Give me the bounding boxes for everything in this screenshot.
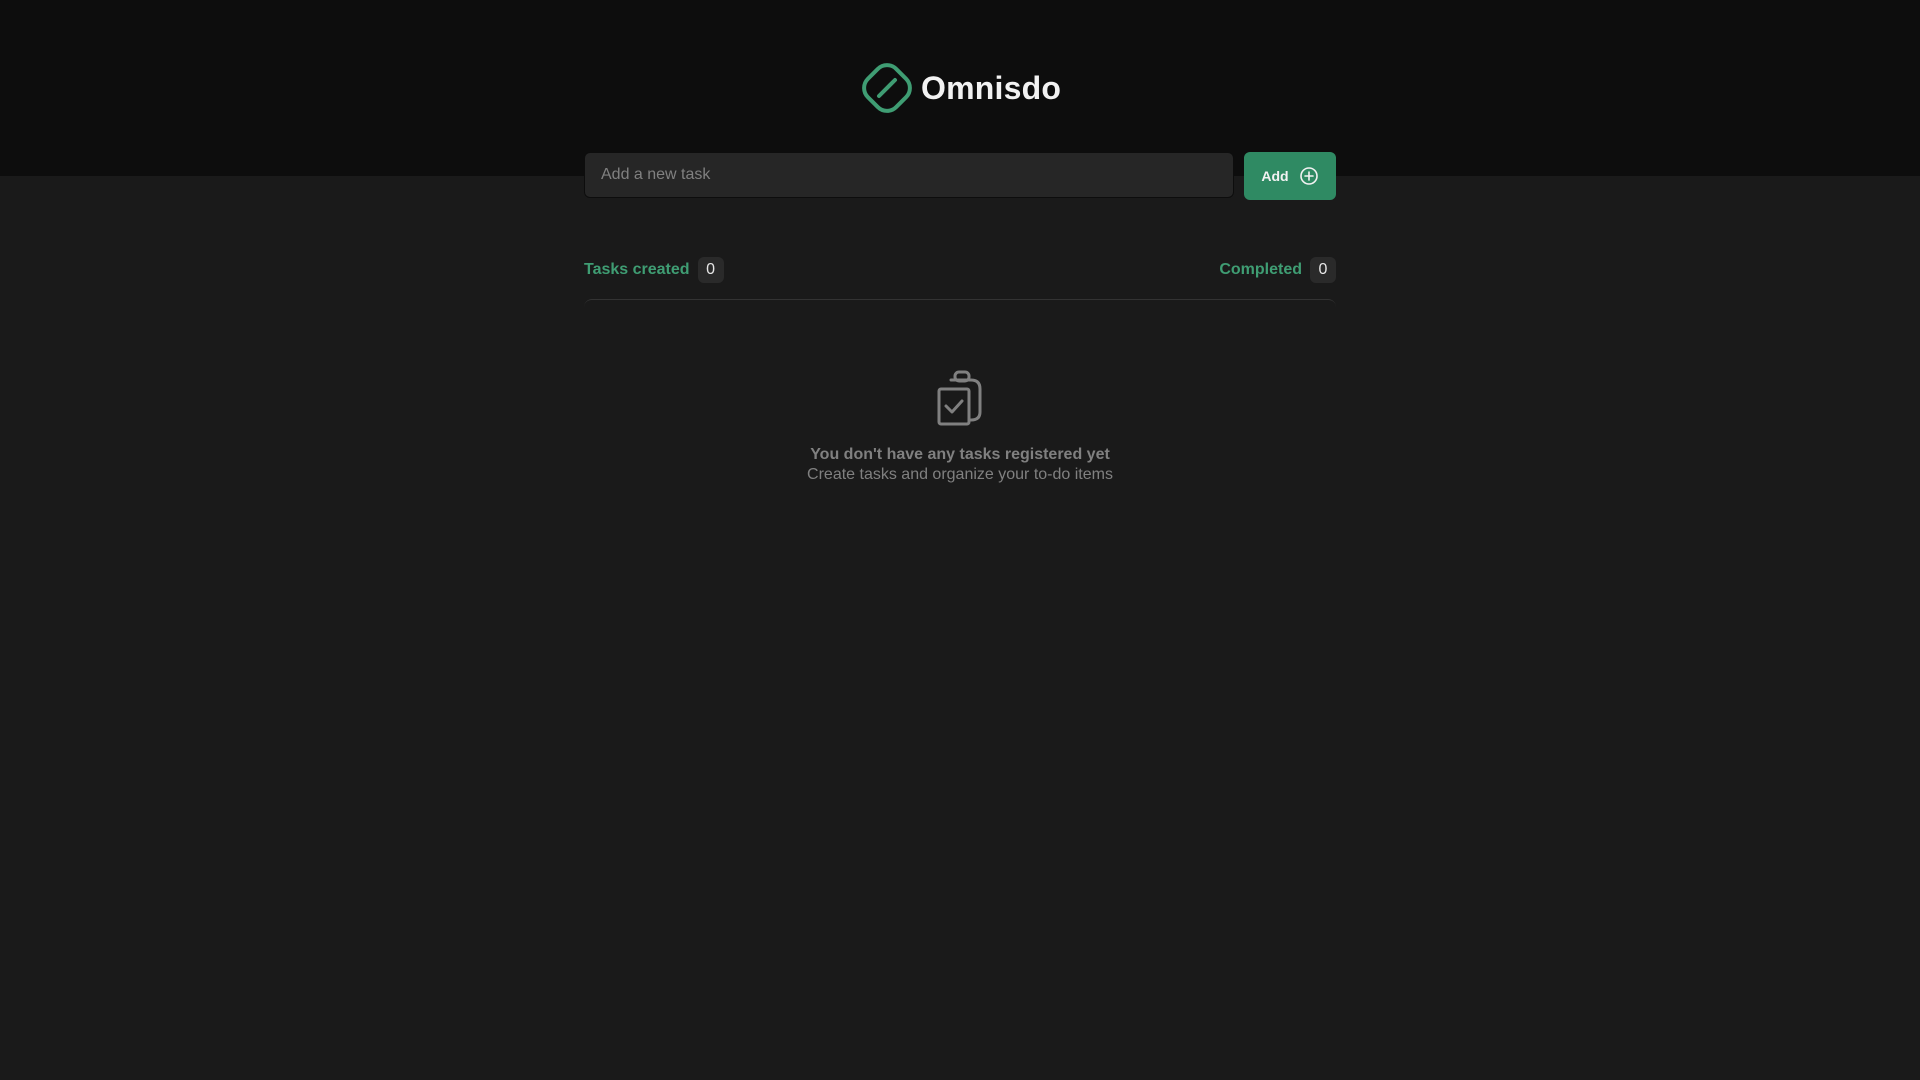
header: Omnisdo	[0, 0, 1920, 176]
add-task-button[interactable]: Add	[1244, 152, 1336, 200]
completed-count: 0	[1310, 257, 1336, 283]
completed-stat: Completed 0	[1219, 257, 1336, 283]
omnisdo-logo-icon	[862, 63, 912, 113]
empty-state-title: You don't have any tasks registered yet	[810, 446, 1110, 463]
new-task-form: Add	[584, 152, 1336, 200]
app-title: Omnisdo	[921, 69, 1062, 106]
tasks-created-stat: Tasks created 0	[584, 257, 724, 283]
completed-label: Completed	[1219, 261, 1302, 278]
add-button-label: Add	[1261, 168, 1289, 184]
task-stats: Tasks created 0 Completed 0	[584, 257, 1336, 283]
new-task-input[interactable]	[584, 152, 1234, 198]
plus-circle-icon	[1299, 167, 1318, 185]
brand: Omnisdo	[861, 62, 1061, 114]
tasks-created-label: Tasks created	[584, 261, 690, 278]
tasks-created-count: 0	[697, 257, 724, 283]
task-list-empty-state: You don't have any tasks registered yet …	[584, 299, 1336, 509]
empty-state-subtitle: Create tasks and organize your to-do ite…	[807, 466, 1113, 483]
app-root: Omnisdo Add Tasks created 0 Completed 0	[0, 0, 1920, 1080]
clipboard-check-icon	[937, 370, 982, 426]
